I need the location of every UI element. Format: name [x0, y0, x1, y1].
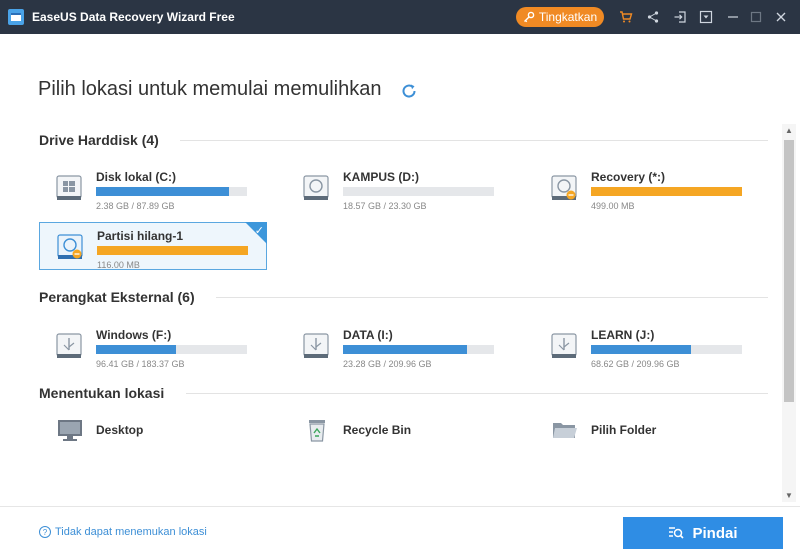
drive-size: 2.38 GB / 87.89 GB: [96, 201, 175, 211]
drive-usage-bar: [97, 246, 248, 255]
vertical-scrollbar[interactable]: ▲ ▼: [782, 124, 796, 502]
location-label: Pilih Folder: [591, 423, 657, 437]
drive-size: 23.28 GB / 209.96 GB: [343, 359, 432, 369]
scan-label: Pindai: [692, 524, 738, 542]
drive-usage-fill: [343, 345, 467, 354]
drive-name: Partisi hilang-1: [97, 229, 184, 243]
drive-item-selected[interactable]: Partisi hilang-1 116.00 MB ✓: [39, 222, 267, 270]
scroll-down-arrow-icon[interactable]: ▼: [785, 491, 793, 500]
upgrade-label: Tingkatkan: [538, 10, 598, 24]
recycle-bin-icon: [309, 420, 325, 442]
drive-item[interactable]: Disk lokal (C:) 2.38 GB / 87.89 GB: [39, 164, 267, 212]
drive-name: KAMPUS (D:): [343, 170, 419, 184]
drive-item[interactable]: Recovery (*:) 499.00 MB: [534, 164, 762, 212]
drive-usage-fill: [591, 345, 691, 354]
help-link[interactable]: ? Tidak dapat menemukan lokasi: [39, 526, 207, 538]
key-icon: [523, 11, 535, 23]
drive-usage-bar: [591, 187, 742, 196]
question-icon: ?: [39, 526, 51, 538]
location-choose-folder[interactable]: Pilih Folder: [551, 414, 656, 446]
location-label: Recycle Bin: [343, 423, 412, 437]
drive-usage-bar: [343, 345, 494, 354]
drive-name: LEARN (J:): [591, 328, 655, 342]
drive-usage-fill: [96, 345, 177, 354]
section-divider: [216, 297, 768, 298]
drive-size: 96.41 GB / 183.37 GB: [96, 359, 185, 369]
drive-usage-fill: [97, 246, 248, 255]
maximize-icon[interactable]: [748, 9, 764, 25]
help-link-label: Tidak dapat menemukan lokasi: [55, 526, 207, 538]
drive-size: 68.62 GB / 209.96 GB: [591, 359, 680, 369]
folder-icon: [553, 423, 577, 438]
scan-icon: [669, 527, 685, 539]
drive-size: 116.00 MB: [97, 260, 140, 270]
share-icon[interactable]: [645, 9, 661, 25]
drive-usage-bar: [96, 187, 247, 196]
footer-divider: [0, 506, 800, 507]
desktop-icon: [58, 420, 82, 441]
app-logo-icon: [8, 9, 24, 25]
scan-button[interactable]: Pindai: [623, 517, 783, 549]
drive-item[interactable]: DATA (I:) 23.28 GB / 209.96 GB: [286, 322, 514, 370]
windows-drive-icon: [56, 175, 82, 200]
drive-size: 18.57 GB / 23.30 GB: [343, 201, 427, 211]
drive-usage-fill: [96, 187, 229, 196]
drive-usage-bar: [591, 345, 742, 354]
page-title: Pilih lokasi untuk memulai memulihkan: [38, 78, 382, 100]
checkmark-icon: ✓: [254, 225, 264, 237]
drive-usage-fill: [591, 187, 742, 196]
refresh-icon[interactable]: [400, 82, 418, 100]
drive-name: Recovery (*:): [591, 170, 666, 184]
section-title-locations: Menentukan lokasi: [39, 385, 165, 401]
section-title-harddisk: Drive Harddisk (4): [39, 132, 159, 148]
drive-name: Windows (F:): [96, 328, 172, 342]
drive-item[interactable]: Windows (F:) 96.41 GB / 183.37 GB: [39, 322, 267, 370]
section-divider: [180, 140, 768, 141]
usb-drive-icon: [551, 333, 577, 358]
section-title-external: Perangkat Eksternal (6): [39, 289, 195, 305]
lost-partition-icon: [57, 234, 83, 259]
location-desktop[interactable]: Desktop: [56, 414, 143, 446]
usb-drive-icon: [303, 333, 329, 358]
location-recycle-bin[interactable]: Recycle Bin: [303, 414, 411, 446]
drive-item[interactable]: LEARN (J:) 68.62 GB / 209.96 GB: [534, 322, 762, 370]
location-label: Desktop: [96, 423, 144, 437]
hard-drive-icon: [303, 175, 329, 200]
login-icon[interactable]: [672, 9, 688, 25]
section-divider: [186, 393, 768, 394]
scroll-up-arrow-icon[interactable]: ▲: [785, 126, 793, 135]
usb-drive-icon: [56, 333, 82, 358]
scroll-thumb[interactable]: [784, 140, 794, 402]
app-title: EaseUS Data Recovery Wizard Free: [32, 10, 235, 24]
minimize-icon[interactable]: [725, 9, 741, 25]
drive-usage-bar: [343, 187, 494, 196]
close-icon[interactable]: [773, 9, 789, 25]
upgrade-button[interactable]: Tingkatkan: [516, 7, 604, 27]
drive-item[interactable]: KAMPUS (D:) 18.57 GB / 23.30 GB: [286, 164, 514, 212]
drive-name: Disk lokal (C:): [96, 170, 177, 184]
drive-name: DATA (I:): [343, 328, 393, 342]
drive-usage-bar: [96, 345, 247, 354]
cart-icon[interactable]: [618, 9, 634, 25]
drive-size: 499.00 MB: [591, 201, 635, 211]
hidden-drive-icon: [551, 175, 577, 200]
title-bar: EaseUS Data Recovery Wizard Free Tingkat…: [0, 0, 800, 34]
menu-icon[interactable]: [698, 9, 714, 25]
